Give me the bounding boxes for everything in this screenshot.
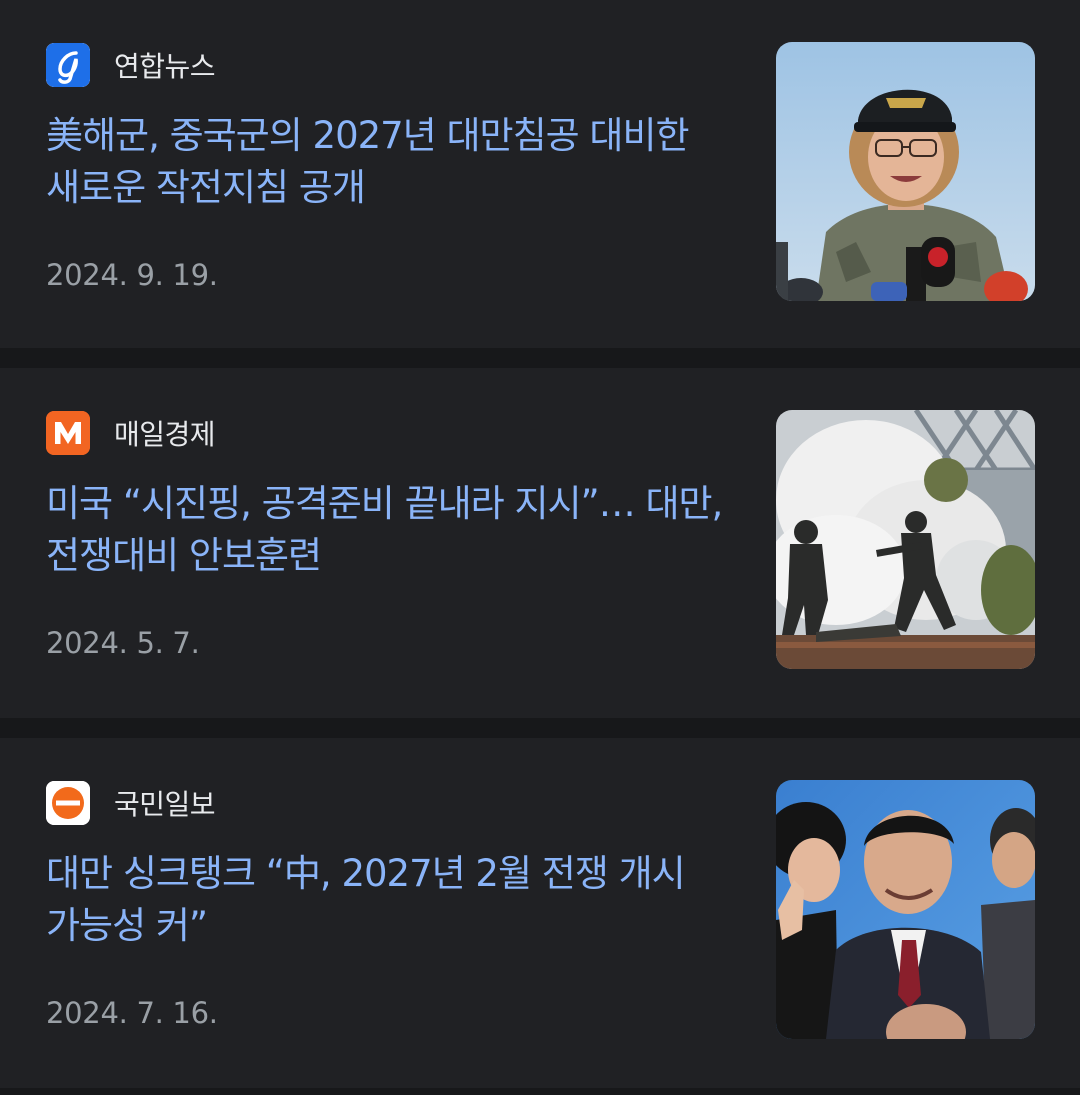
- article-headline[interactable]: 미국 “시진핑, 공격준비 끝내라 지시”… 대만, 전쟁대비 안보훈련: [46, 478, 726, 582]
- card-divider: [0, 1088, 1080, 1095]
- card-divider: [0, 718, 1080, 738]
- news-feed: 연합뉴스 美해군, 중국군의 2027년 대만침공 대비한 새로운 작전지침 공…: [0, 0, 1080, 1095]
- article-date: 2024. 5. 7.: [46, 626, 200, 660]
- source-name: 국민일보: [114, 788, 216, 821]
- source-row: 국민일보: [46, 780, 216, 826]
- article-date: 2024. 9. 19.: [46, 258, 218, 292]
- maeil-m-logo-icon: [46, 411, 90, 455]
- news-card[interactable]: 국민일보 대만 싱크탱크 “中, 2027년 2월 전쟁 개시 가능성 커” 2…: [0, 738, 1080, 1088]
- article-headline[interactable]: 美해군, 중국군의 2027년 대만침공 대비한 새로운 작전지침 공개: [46, 110, 726, 214]
- article-date: 2024. 7. 16.: [46, 996, 218, 1030]
- article-thumbnail[interactable]: [776, 42, 1035, 301]
- source-row: 연합뉴스: [46, 42, 216, 88]
- card-divider: [0, 348, 1080, 368]
- article-thumbnail[interactable]: [776, 410, 1035, 669]
- yonhap-logo-icon: [46, 43, 90, 87]
- article-headline[interactable]: 대만 싱크탱크 “中, 2027년 2월 전쟁 개시 가능성 커”: [46, 848, 726, 952]
- kukmin-logo-icon: [46, 781, 90, 825]
- news-card[interactable]: 매일경제 미국 “시진핑, 공격준비 끝내라 지시”… 대만, 전쟁대비 안보훈…: [0, 368, 1080, 718]
- source-name: 매일경제: [114, 418, 216, 451]
- source-name: 연합뉴스: [114, 50, 216, 83]
- news-card[interactable]: 연합뉴스 美해군, 중국군의 2027년 대만침공 대비한 새로운 작전지침 공…: [0, 0, 1080, 348]
- source-row: 매일경제: [46, 410, 216, 456]
- article-thumbnail[interactable]: [776, 780, 1035, 1039]
